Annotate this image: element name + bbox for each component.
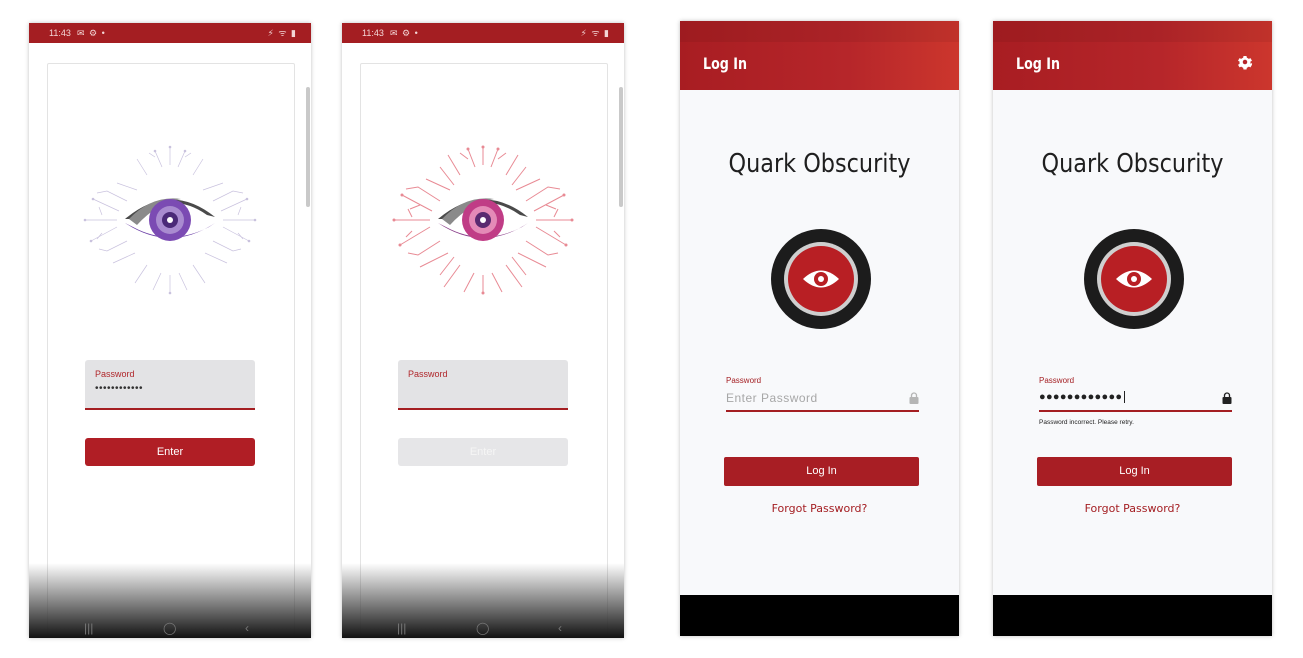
login-button[interactable]: Log In: [1037, 457, 1232, 486]
app-name: Quark Obscurity: [728, 149, 911, 179]
status-bar: 11:43 ⁠✉ ⚙ • ⚡ ᯤ ▮: [342, 23, 624, 43]
home-icon[interactable]: ◯: [163, 621, 176, 635]
eye-logo: [1083, 228, 1185, 330]
scrollbar[interactable]: [306, 87, 310, 207]
gear-icon[interactable]: [1236, 53, 1254, 71]
app-bar: Log In: [993, 21, 1272, 90]
login-button[interactable]: Log In: [724, 457, 919, 486]
recent-apps-icon[interactable]: |||: [397, 621, 406, 635]
enter-button[interactable]: Enter: [398, 438, 568, 466]
back-icon[interactable]: ‹: [245, 621, 249, 635]
status-strip: [680, 21, 959, 42]
appbar-title: Log In: [1016, 54, 1060, 73]
screen-new-error: Log In Quark Obscurity Password ●●●●●●●●…: [993, 21, 1272, 636]
password-dots: ●●●●●●●●●●●●: [1039, 391, 1123, 403]
password-label: Password: [726, 376, 762, 385]
home-icon[interactable]: ◯: [476, 621, 489, 635]
eye-logo: [770, 228, 872, 330]
screen-new-empty: Log In Quark Obscurity Password Enter Pa…: [680, 21, 959, 636]
nav-bar: ||| ◯ ‹: [342, 616, 624, 638]
text-caret: [1124, 391, 1126, 404]
recent-apps-icon[interactable]: |||: [84, 621, 93, 635]
back-icon[interactable]: ‹: [558, 621, 562, 635]
password-value: ●●●●●●●●●●●●: [1039, 391, 1126, 404]
screen-old-empty: 11:43 ⁠✉ ⚙ • ⚡ ᯤ ▮: [342, 23, 624, 638]
status-strip: [993, 21, 1272, 42]
password-label: Password: [408, 369, 448, 379]
status-bar: 11:43 ⁠✉ ⚙ • ⚡ ᯤ ▮: [29, 23, 311, 43]
app-name: Quark Obscurity: [1041, 149, 1224, 179]
password-label: Password: [1039, 376, 1075, 385]
app-bar: Log In: [680, 21, 959, 90]
notification-icons: ⁠✉ ⚙ •: [390, 28, 419, 38]
bottom-bar: [680, 595, 959, 636]
nav-bar: ||| ◯ ‹: [29, 616, 311, 638]
password-field[interactable]: Password ••••••••••••: [85, 360, 255, 410]
password-label: Password: [95, 369, 135, 379]
password-placeholder: Enter Password: [726, 391, 818, 405]
system-icons: ⚡ ᯤ ▮: [267, 28, 297, 38]
forgot-password-link[interactable]: Forgot Password?: [680, 502, 959, 515]
lock-icon: [909, 392, 919, 404]
password-input[interactable]: ●●●●●●●●●●●●: [1039, 388, 1232, 412]
error-message: Password incorrect. Please retry.: [1039, 419, 1134, 426]
status-time: 11:43: [362, 28, 384, 38]
scrollbar[interactable]: [619, 87, 623, 207]
enter-button[interactable]: Enter: [85, 438, 255, 466]
status-time: 11:43: [49, 28, 71, 38]
password-input[interactable]: Enter Password: [726, 388, 919, 412]
notification-icons: ⁠✉ ⚙ •: [77, 28, 106, 38]
system-icons: ⚡ ᯤ ▮: [580, 28, 610, 38]
screen-old-filled: 11:43 ⁠✉ ⚙ • ⚡ ᯤ ▮: [29, 23, 311, 638]
forgot-password-link[interactable]: Forgot Password?: [993, 502, 1272, 515]
password-field[interactable]: Password: [398, 360, 568, 410]
lock-icon: [1222, 392, 1232, 404]
bottom-bar: [993, 595, 1272, 636]
appbar-title: Log In: [703, 54, 747, 73]
app-logo-purple: [77, 145, 263, 295]
app-logo-pink: [390, 145, 576, 295]
password-value: ••••••••••••: [95, 383, 144, 394]
